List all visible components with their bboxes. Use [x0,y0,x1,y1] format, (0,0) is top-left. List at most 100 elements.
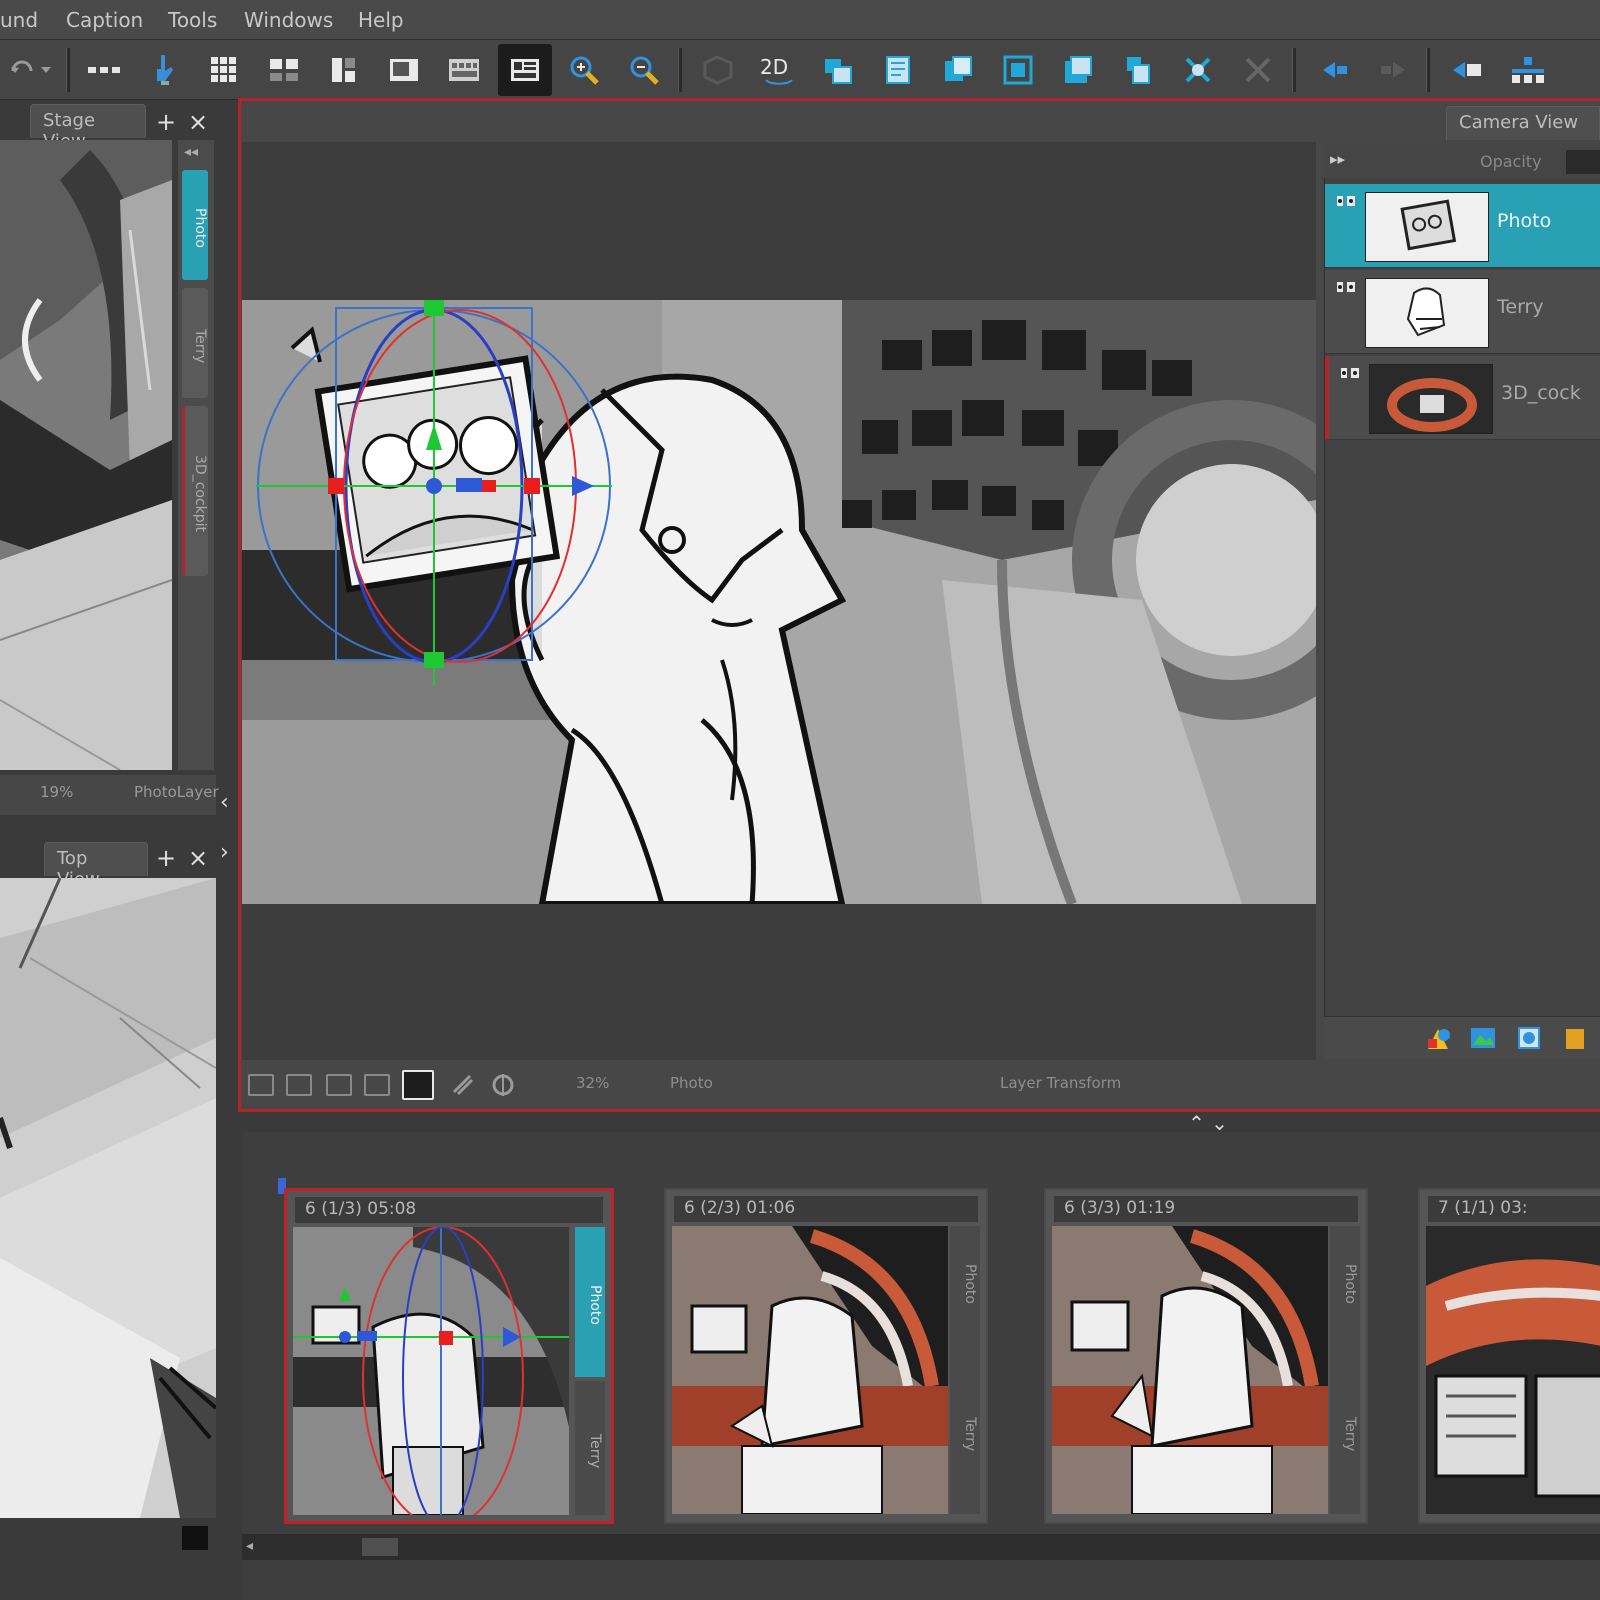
toolbar-separator [1292,48,1296,92]
add-vector-layer-icon[interactable] [1424,1023,1454,1053]
layer-panel-header: ▸▸ Opacity [1324,144,1600,178]
add-bitmap-layer-icon[interactable] [1468,1023,1498,1053]
2d-icon[interactable]: 2D [756,48,800,92]
layer-thumbnail [1365,278,1489,348]
camera-zoom-value: 32% [576,1074,610,1092]
expand-right-icon[interactable]: › [220,840,229,865]
close-icon[interactable]: × [188,110,208,134]
timeline-view-icon[interactable] [498,44,552,96]
horizontal-scrollbar[interactable]: ◂ [242,1534,1600,1560]
layer-row-terry[interactable]: Terry [1325,270,1600,354]
layer-row-photo[interactable]: Photo [1325,184,1600,268]
single-view-icon[interactable] [382,48,426,92]
dropdown-icon[interactable] [34,48,58,92]
maximize-icon[interactable]: + [156,110,176,134]
onion-skin-icon[interactable] [450,1072,476,1098]
eye-icon[interactable] [1339,364,1361,382]
toolbar-separator [66,48,70,92]
stage-view-canvas[interactable] [0,140,172,770]
menu-item-tools[interactable]: Tools [168,8,217,32]
safe-area-icon[interactable] [286,1074,312,1096]
split-panel-icon[interactable] [1506,48,1550,92]
collapse-left-icon[interactable]: ‹ [220,790,229,815]
layer-c-icon[interactable] [936,48,980,92]
splitter-handle[interactable]: ⌃ ⌄ [1160,1112,1256,1134]
current-tool-label: Layer Transform [1000,1074,1122,1092]
eye-icon[interactable] [1335,192,1357,210]
panel-image [1052,1226,1328,1514]
panel-layer-strip: Photo Terry [950,1226,980,1514]
menu-bar: und Caption Tools Windows Help [0,0,1600,40]
zoom-out-icon[interactable] [622,48,666,92]
panel-layer-strip: Photo Terry [1330,1226,1360,1514]
eye-icon[interactable] [1335,278,1357,296]
panel-label: 6 (2/3) 01:06 [674,1196,978,1222]
3d-icon[interactable] [696,48,740,92]
stage-layer-terry[interactable]: Terry [182,288,208,398]
zoom-in-icon[interactable] [562,48,606,92]
hand-icon[interactable] [142,48,186,92]
flip-icon[interactable] [1176,48,1220,92]
panel-layer-terry[interactable]: Terry [575,1381,605,1515]
opacity-field[interactable] [1566,150,1600,174]
layer-b-icon[interactable] [876,48,920,92]
delete-layer-icon[interactable] [1560,1023,1590,1053]
layer-name: Photo [1497,210,1552,232]
first-icon[interactable] [1446,48,1490,92]
stage-layer-photo[interactable]: Photo [182,170,208,280]
camera-view-status-bar: 32% Photo Layer Transform [242,1062,1600,1108]
layer-row-3d-cockpit[interactable]: 3D_cock [1325,356,1600,440]
layer-d-icon[interactable] [996,48,1040,92]
svg-text:2D: 2D [760,55,788,79]
menu-item-help[interactable]: Help [358,8,404,32]
menu-item-sound[interactable]: und [0,8,38,32]
field-guide-icon[interactable] [326,1074,352,1096]
panel-thumbnail[interactable]: 6 (1/3) 05:08 Photo Terry [284,1188,614,1524]
light-table-icon[interactable] [490,1072,516,1098]
scrollbar-thumb[interactable] [362,1538,398,1556]
storyboard-scene[interactable] [242,300,1316,904]
tab-camera-view[interactable]: Camera View [1446,106,1600,140]
tab-top-view[interactable]: Top View [44,842,148,890]
stage-view-status: 19% PhotoLayer [0,775,219,815]
top-view-canvas[interactable] [0,878,216,1518]
more-icon[interactable] [82,48,126,92]
prev-icon[interactable] [1312,48,1356,92]
camera-viewport[interactable] [242,142,1316,1060]
layout-icon[interactable] [262,48,306,92]
expand-icon[interactable]: ▸▸ [1330,150,1345,168]
panel-thumbnail[interactable]: 7 (1/1) 03: [1418,1188,1600,1524]
aspect-guide-icon[interactable] [364,1074,390,1096]
maximize-icon[interactable]: + [156,846,176,870]
layer-name: 3D_cock [1501,382,1581,404]
layer-e-icon[interactable] [1056,48,1100,92]
color-swatch[interactable] [182,1526,208,1550]
layer-f-icon[interactable] [1116,48,1160,92]
panel-thumbnail[interactable]: 6 (3/3) 01:19 Photo Terry [1044,1188,1368,1524]
lock-icon[interactable] [1236,48,1280,92]
panel-layer-photo[interactable]: Photo [575,1227,605,1377]
menu-item-windows[interactable]: Windows [244,8,333,32]
thumbnails-icon[interactable] [442,48,486,92]
camera-view-tab-label: Camera View [1459,112,1579,133]
panel-image [672,1226,948,1514]
panel-label: 6 (3/3) 01:19 [1054,1196,1358,1222]
grid-icon[interactable] [202,48,246,92]
panel-label: 7 (1/1) 03: [1428,1196,1600,1222]
collapse-icon[interactable]: ◂◂ [184,144,198,160]
main-toolbar: 2D [0,40,1600,100]
scroll-left-icon[interactable]: ◂ [246,1538,253,1554]
add-3d-layer-icon[interactable] [1514,1023,1544,1053]
grid-toggle-icon[interactable] [248,1074,274,1096]
layer-panel: Photo Terry 3D_cock [1324,178,1600,1016]
panel-thumbnail[interactable]: 6 (2/3) 01:06 Photo Terry [664,1188,988,1524]
tab-stage-view[interactable]: Stage View [30,104,146,152]
close-icon[interactable]: × [188,846,208,870]
stage-layer-name: PhotoLayer [134,783,219,801]
stage-layer-3d-cockpit[interactable]: 3D_cockpit [182,406,208,576]
camera-mask-icon[interactable] [402,1070,434,1100]
layer-a-icon[interactable] [816,48,860,92]
next-icon[interactable] [1372,48,1416,92]
split-icon[interactable] [322,48,366,92]
menu-item-caption[interactable]: Caption [66,8,143,32]
